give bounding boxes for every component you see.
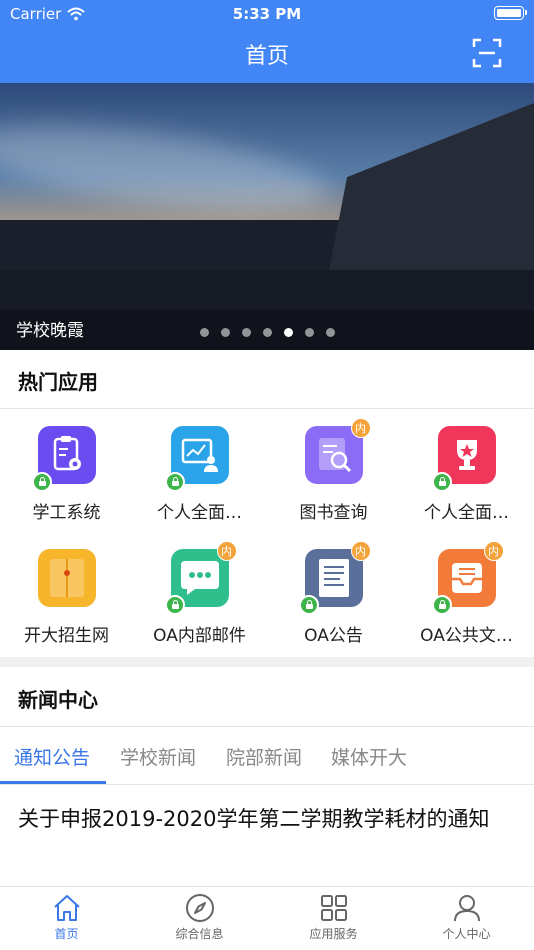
home-icon [53, 895, 80, 921]
tabbar-services[interactable]: 应用服务 [267, 893, 400, 942]
app-label: 开大招生网 [24, 626, 109, 646]
tab-school-news[interactable]: 学校新闻 [120, 743, 196, 770]
compass-icon [185, 894, 214, 922]
carousel-dot[interactable] [284, 328, 293, 337]
app-label: 个人全面… [157, 503, 242, 523]
app-tile[interactable]: 个人全面… [400, 426, 533, 523]
hot-apps-title: 热门应用 [18, 370, 98, 394]
tabbar-label: 个人中心 [442, 927, 491, 941]
lock-icon [164, 472, 185, 492]
tabbar-label: 综合信息 [175, 927, 224, 941]
carousel-dot[interactable] [200, 328, 209, 337]
person-icon [453, 895, 480, 922]
app-label: 个人全面… [424, 503, 509, 523]
tabbar-info[interactable]: 综合信息 [133, 893, 266, 942]
carousel-dot[interactable] [326, 328, 335, 337]
app-label: OA内部邮件 [153, 626, 246, 646]
internal-badge: 内 [216, 541, 237, 561]
tab-department-news[interactable]: 院部新闻 [226, 743, 302, 770]
banner-caption: 学校晚霞 [16, 321, 84, 341]
tabbar-label: 首页 [54, 927, 79, 941]
tabbar-label: 应用服务 [309, 927, 358, 941]
trophy-icon [431, 426, 496, 492]
envelope-file-icon [37, 549, 96, 607]
app-label: 学工系统 [32, 503, 101, 523]
lock-icon [431, 472, 452, 492]
lock-icon [298, 595, 319, 615]
tabbar-home[interactable]: 首页 [0, 893, 133, 942]
app-tile[interactable]: 内 OA公共文… [400, 541, 533, 646]
carousel-dot[interactable] [242, 328, 251, 337]
carousel-dot[interactable] [221, 328, 230, 337]
battery-icon [494, 6, 527, 20]
internal-badge: 内 [350, 541, 371, 561]
tab-media[interactable]: 媒体开大 [331, 743, 407, 770]
inbox-tray-icon: 内 [431, 541, 504, 615]
carousel-dots [200, 328, 335, 337]
cloud [0, 108, 334, 228]
scan-icon[interactable] [472, 38, 502, 68]
city-skyline [0, 220, 340, 270]
lock-icon [31, 472, 52, 492]
lock-icon [164, 595, 185, 615]
document-icon: 内 [298, 541, 371, 615]
chat-bubble-icon: 内 [164, 541, 237, 615]
carousel-dot[interactable] [305, 328, 314, 337]
app-label: OA公告 [304, 626, 363, 646]
tabbar-profile[interactable]: 个人中心 [400, 893, 533, 942]
lock-icon [431, 595, 452, 615]
banner-carousel[interactable]: 学校晚霞 [0, 83, 534, 350]
status-time: 5:33 PM [232, 5, 302, 23]
tab-notice[interactable]: 通知公告 [14, 743, 90, 770]
internal-badge: 内 [483, 541, 504, 561]
news-tabs: 通知公告 学校新闻 院部新闻 媒体开大 [0, 727, 534, 784]
app-tile[interactable]: 内 OA公告 [267, 541, 400, 646]
app-tile[interactable]: 开大招生网 [0, 549, 133, 646]
divider [0, 408, 534, 409]
internal-badge: 内 [350, 418, 371, 438]
top-bar: Carrier 5:33 PM 首页 [0, 0, 534, 83]
clipboard-gear-icon [31, 426, 96, 492]
app-label: OA公共文… [420, 626, 513, 646]
grid-icon [320, 895, 347, 921]
status-bar: Carrier 5:33 PM [0, 0, 534, 28]
bottom-tab-bar: 首页 综合信息 应用服务 个人中心 [0, 886, 534, 950]
app-tile[interactable]: 个人全面… [133, 426, 266, 523]
app-tile[interactable]: 内图书查询 [267, 418, 400, 523]
news-title: 新闻中心 [18, 688, 98, 712]
chart-person-icon [164, 426, 229, 492]
carousel-dot[interactable] [263, 328, 272, 337]
section-gap [0, 657, 534, 667]
book-search-icon: 内 [304, 418, 371, 484]
app-label: 图书查询 [299, 503, 368, 523]
app-tile[interactable]: 内 OA内部邮件 [133, 541, 266, 646]
divider [0, 784, 534, 785]
news-list-item[interactable]: 关于申报2019-2020学年第二学期教学耗材的通知 [18, 800, 518, 838]
page-title: 首页 [244, 44, 289, 69]
app-tile[interactable]: 学工系统 [0, 426, 133, 523]
